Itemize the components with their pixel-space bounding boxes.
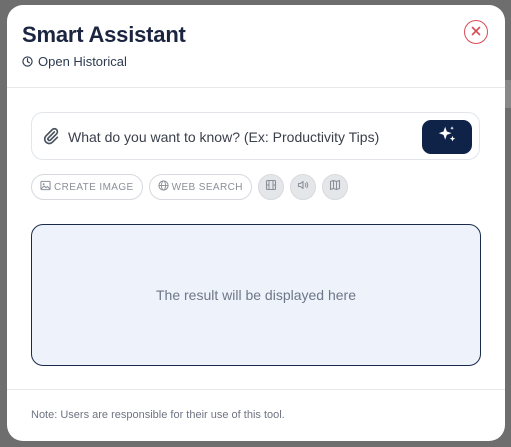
- video-button[interactable]: [257, 174, 284, 200]
- modal-title: Smart Assistant: [22, 22, 186, 47]
- footer-divider: [7, 389, 505, 390]
- web-search-label: WEB SEARCH: [171, 181, 243, 193]
- web-search-button[interactable]: WEB SEARCH: [148, 174, 252, 200]
- disclaimer-note: Note: Users are responsible for their us…: [31, 409, 285, 421]
- map-button[interactable]: [321, 174, 348, 200]
- clock-icon: [22, 55, 33, 67]
- sparkles-icon: [436, 124, 458, 151]
- smart-assistant-modal: Smart Assistant Open Historical What do …: [7, 5, 505, 441]
- create-image-button[interactable]: CREATE IMAGE: [31, 174, 143, 200]
- video-icon: [265, 178, 277, 196]
- result-placeholder: The result will be displayed here: [156, 287, 356, 303]
- paperclip-icon[interactable]: [42, 127, 60, 145]
- prompt-input[interactable]: [66, 121, 420, 153]
- close-icon: [471, 23, 481, 41]
- header-divider: [7, 87, 505, 88]
- tool-bar: CREATE IMAGE WEB SEARCH: [31, 174, 348, 200]
- audio-icon: [297, 178, 309, 196]
- open-historical-link[interactable]: Open Historical: [22, 53, 127, 69]
- image-icon: [40, 180, 51, 194]
- audio-button[interactable]: [289, 174, 316, 200]
- create-image-label: CREATE IMAGE: [54, 181, 134, 193]
- result-area: The result will be displayed here: [31, 224, 481, 366]
- generate-button[interactable]: [422, 120, 472, 154]
- globe-icon: [158, 180, 169, 194]
- modal-header: Smart Assistant Open Historical: [7, 5, 505, 87]
- prompt-box: [31, 112, 480, 160]
- close-button[interactable]: [464, 20, 488, 44]
- open-historical-label: Open Historical: [38, 53, 127, 69]
- map-icon: [329, 178, 341, 196]
